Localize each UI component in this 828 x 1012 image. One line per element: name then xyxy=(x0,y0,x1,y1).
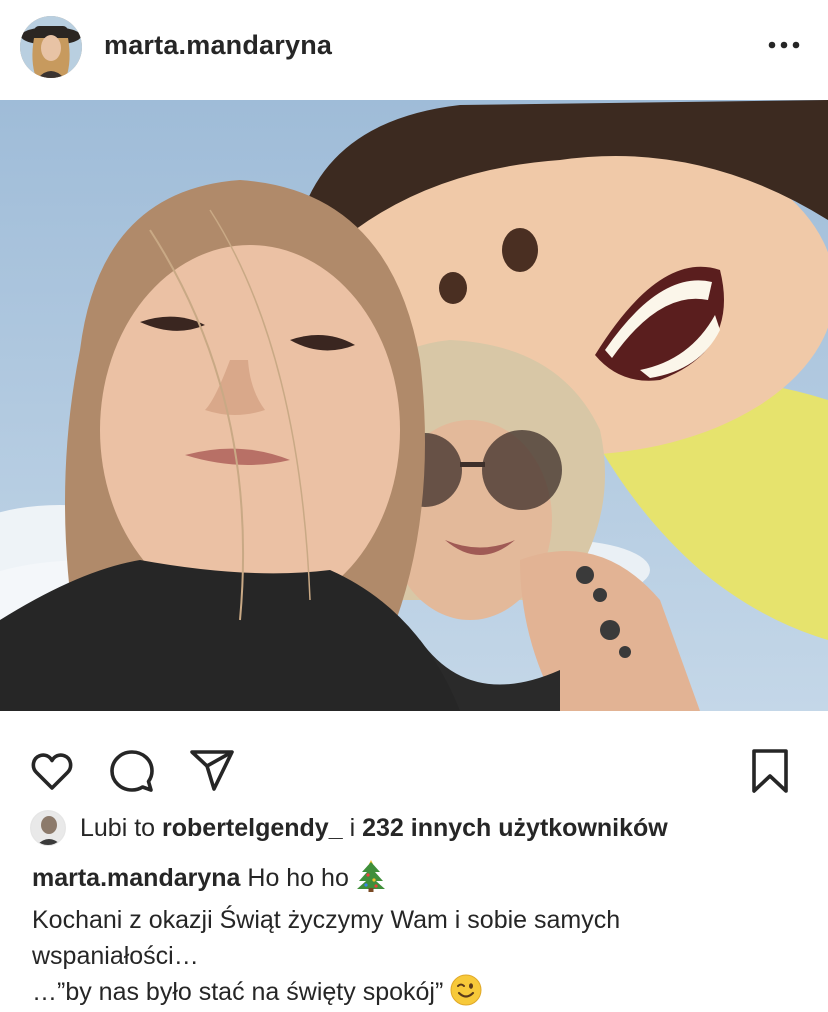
caption-username[interactable]: marta.mandaryna xyxy=(32,864,240,892)
caption-line-3: wspaniałości… xyxy=(32,942,199,970)
send-icon[interactable] xyxy=(188,747,236,795)
winking-face-icon xyxy=(450,974,482,1012)
heart-icon[interactable] xyxy=(28,747,76,795)
likes-summary: Lubi to robertelgendy_ i 232 innych użyt… xyxy=(30,808,820,848)
liker-avatar[interactable] xyxy=(30,810,66,846)
caption-line-2: Kochani z okazji Świąt życzymy Wam i sob… xyxy=(32,906,621,934)
post-header: marta.mandaryna xyxy=(0,0,828,100)
profile-avatar[interactable] xyxy=(20,16,82,78)
more-options-icon[interactable] xyxy=(760,30,808,60)
caption-text-4: …”by nas było stać na święty spokój” xyxy=(32,978,444,1006)
post-username[interactable]: marta.mandaryna xyxy=(104,30,332,61)
likes-count[interactable]: 232 innych użytkowników xyxy=(362,814,668,842)
caption-text-1: Ho ho ho xyxy=(247,864,349,892)
caption-line-4: …”by nas było stać na święty spokój” xyxy=(32,974,812,1012)
comment-icon[interactable] xyxy=(108,747,156,795)
liker-username[interactable]: robertelgendy_ xyxy=(162,814,343,842)
likes-conjunction: i xyxy=(349,814,356,842)
post-photo[interactable] xyxy=(0,100,828,711)
post-caption: marta.mandaryna Ho ho ho Kochani z okazj… xyxy=(32,858,812,1012)
christmas-tree-icon xyxy=(356,858,386,902)
post-actions xyxy=(0,711,828,811)
likes-prefix: Lubi to xyxy=(80,814,156,842)
caption-line-1: marta.mandaryna Ho ho ho xyxy=(32,858,812,902)
likes-text: Lubi to robertelgendy_ i 232 innych użyt… xyxy=(80,814,668,843)
bookmark-icon[interactable] xyxy=(746,747,794,795)
